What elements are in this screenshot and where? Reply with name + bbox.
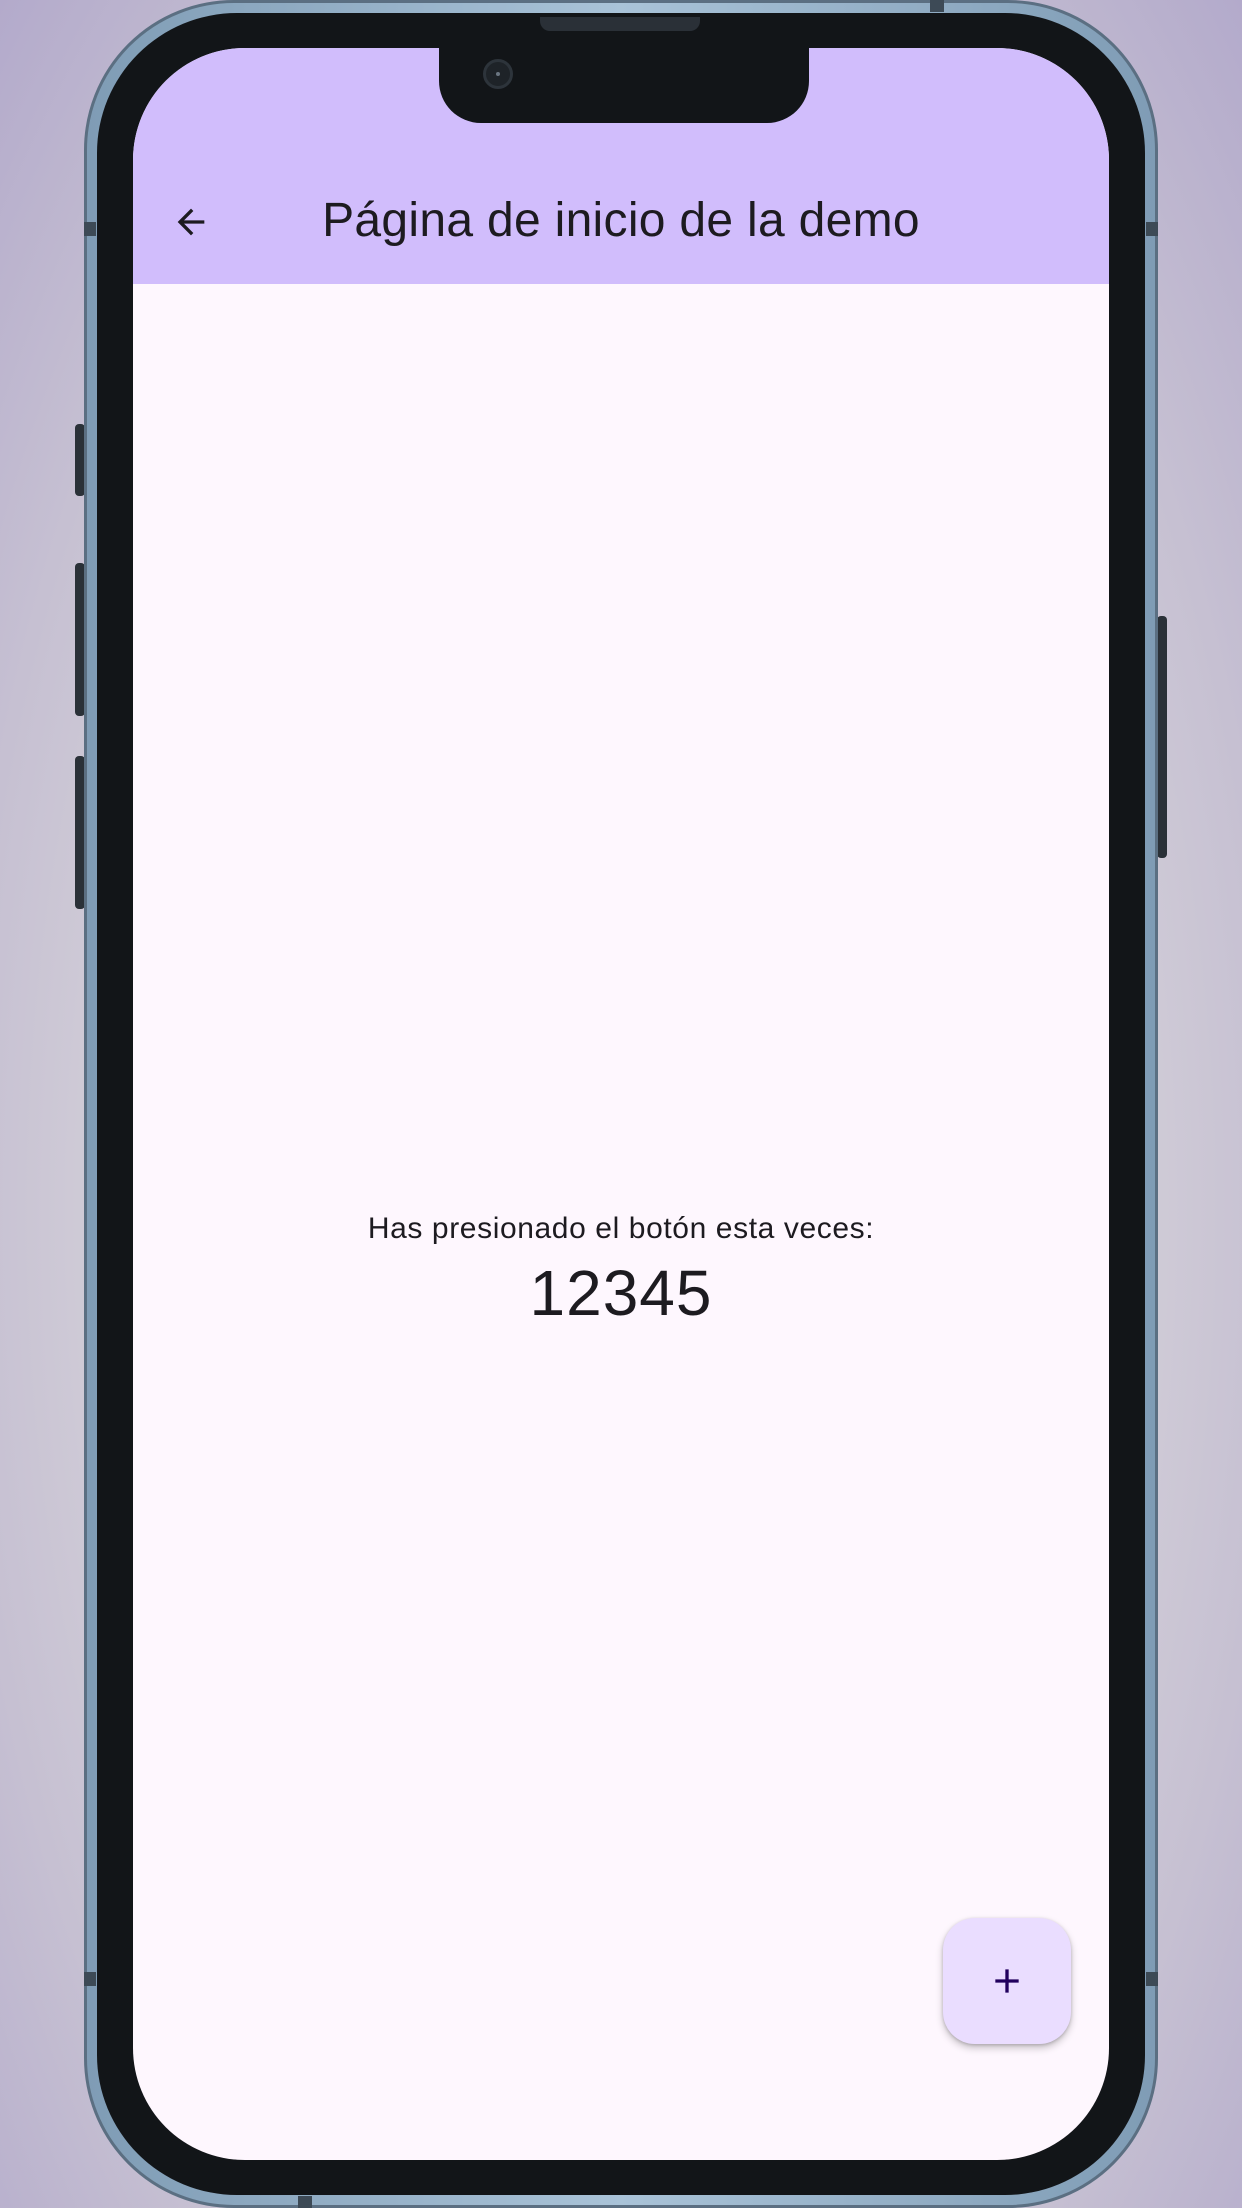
plus-icon: [995, 1969, 1019, 1993]
antenna-band: [930, 0, 944, 12]
antenna-band: [1146, 1972, 1158, 1986]
notch: [439, 48, 809, 123]
earpiece-speaker: [540, 17, 700, 31]
page-title: Página de inicio de la demo: [322, 194, 920, 247]
increment-fab-button[interactable]: [943, 1918, 1071, 2044]
antenna-band: [84, 1972, 96, 1986]
front-camera: [483, 59, 513, 89]
antenna-band: [84, 222, 96, 236]
counter-value: 12345: [529, 1257, 713, 1329]
antenna-band: [298, 2196, 312, 2208]
counter-label: Has presionado el botón esta veces:: [367, 1212, 875, 1245]
app-screen: Página de inicio de la demo Has presiona…: [133, 48, 1109, 2160]
power-button: [1157, 616, 1167, 858]
antenna-band: [1146, 222, 1158, 236]
